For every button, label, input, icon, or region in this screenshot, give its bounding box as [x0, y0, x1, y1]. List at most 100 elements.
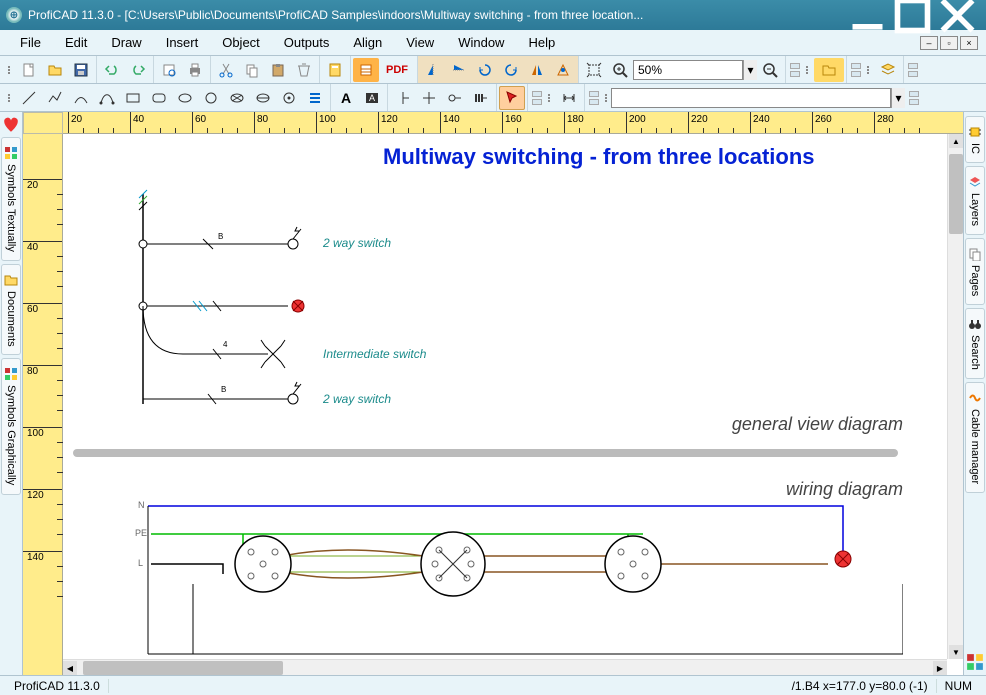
- minimize-button[interactable]: [845, 0, 890, 30]
- text-list-tool[interactable]: [302, 86, 328, 110]
- open-button[interactable]: [42, 58, 68, 82]
- menu-insert[interactable]: Insert: [154, 32, 211, 53]
- l-label: L: [138, 558, 143, 568]
- vertical-scrollbar[interactable]: ▲ ▼: [947, 134, 963, 659]
- line-tool[interactable]: [16, 86, 42, 110]
- print-preview-button[interactable]: [156, 58, 182, 82]
- text-tool[interactable]: A: [333, 86, 359, 110]
- ruler-left: 20406080100120140: [23, 134, 63, 675]
- text-block-tool[interactable]: A: [359, 86, 385, 110]
- rotate-arbitrary-button[interactable]: [550, 58, 576, 82]
- right-panel-icon[interactable]: [966, 653, 984, 671]
- scroll-left-arrow[interactable]: ◀: [63, 661, 77, 675]
- menu-file[interactable]: File: [8, 32, 53, 53]
- cut-button[interactable]: [213, 58, 239, 82]
- rounded-rect-tool[interactable]: [146, 86, 172, 110]
- svg-text:B: B: [221, 385, 226, 394]
- squares-icon: [4, 146, 18, 160]
- menu-edit[interactable]: Edit: [53, 32, 99, 53]
- mdi-close[interactable]: ×: [960, 36, 978, 50]
- flip-h-button[interactable]: [420, 58, 446, 82]
- menu-view[interactable]: View: [394, 32, 446, 53]
- toolbar-draw-overflow-3[interactable]: [907, 89, 921, 107]
- tab-ic[interactable]: IC: [965, 116, 985, 163]
- menu-object[interactable]: Object: [210, 32, 272, 53]
- tab-search[interactable]: Search: [965, 308, 985, 379]
- zoom-out-button[interactable]: [757, 58, 783, 82]
- polygon-x-tool[interactable]: [224, 86, 250, 110]
- junction-tool[interactable]: [390, 86, 416, 110]
- paste-button[interactable]: [265, 58, 291, 82]
- menu-draw[interactable]: Draw: [99, 32, 153, 53]
- zoom-dropdown[interactable]: ▾: [743, 60, 757, 80]
- pie-tool[interactable]: [250, 86, 276, 110]
- zoom-in-button[interactable]: [607, 58, 633, 82]
- save-button[interactable]: [68, 58, 94, 82]
- toolbar-draw-overflow-1[interactable]: [530, 89, 544, 107]
- toolbar-overflow-1[interactable]: [788, 61, 802, 79]
- arc-tool[interactable]: [68, 86, 94, 110]
- toolbar-overflow-3[interactable]: [906, 61, 920, 79]
- bus-tool[interactable]: [468, 86, 494, 110]
- menu-help[interactable]: Help: [516, 32, 567, 53]
- tab-pages[interactable]: Pages: [965, 238, 985, 305]
- terminal-tool[interactable]: [442, 86, 468, 110]
- tab-symbols-graphically[interactable]: Symbols Graphically: [1, 358, 21, 494]
- pdf-button[interactable]: PDF: [379, 58, 415, 82]
- mdi-minimize[interactable]: –: [920, 36, 938, 50]
- label-sw1: 2 way switch: [323, 236, 391, 250]
- canvas-content[interactable]: Multiway switching - from three location…: [63, 134, 963, 675]
- toolbar-draw: A A ▾: [0, 84, 986, 112]
- vscroll-thumb[interactable]: [949, 154, 963, 234]
- rectangle-tool[interactable]: [120, 86, 146, 110]
- hscroll-thumb[interactable]: [83, 661, 283, 675]
- scroll-down-arrow[interactable]: ▼: [949, 645, 963, 659]
- canvas-area[interactable]: Multiway switching - from three location…: [63, 134, 963, 675]
- search-input[interactable]: [611, 88, 891, 108]
- menu-window[interactable]: Window: [446, 32, 516, 53]
- undo-button[interactable]: [99, 58, 125, 82]
- rotate-left-button[interactable]: [472, 58, 498, 82]
- heart-icon[interactable]: [2, 116, 20, 134]
- new-button[interactable]: [16, 58, 42, 82]
- menu-outputs[interactable]: Outputs: [272, 32, 342, 53]
- print-button[interactable]: [182, 58, 208, 82]
- cross-tool[interactable]: [416, 86, 442, 110]
- tab-documents[interactable]: Documents: [1, 264, 21, 356]
- dimension-tool[interactable]: [556, 86, 582, 110]
- select-tool[interactable]: [499, 86, 525, 110]
- toolbar-draw-overflow-2[interactable]: [587, 89, 601, 107]
- search-dropdown[interactable]: ▾: [891, 88, 905, 108]
- grid-icon: [4, 367, 18, 381]
- rotate-right-button[interactable]: [498, 58, 524, 82]
- zoom-fit-button[interactable]: [581, 58, 607, 82]
- toolbar-main: PDF 50% ▾: [0, 56, 986, 84]
- tab-layers[interactable]: Layers: [965, 166, 985, 235]
- bezier-tool[interactable]: [94, 86, 120, 110]
- tab-symbols-textually[interactable]: Symbols Textually: [1, 137, 21, 261]
- circle-tool[interactable]: [198, 86, 224, 110]
- bom-button[interactable]: [353, 58, 379, 82]
- redo-button[interactable]: [125, 58, 151, 82]
- menu-align[interactable]: Align: [341, 32, 394, 53]
- mirror-button[interactable]: [524, 58, 550, 82]
- close-button[interactable]: [935, 0, 980, 30]
- maximize-button[interactable]: [890, 0, 935, 30]
- circle-dot-tool[interactable]: [276, 86, 302, 110]
- svg-text:4: 4: [223, 340, 228, 349]
- tab-cable-manager[interactable]: Cable manager: [965, 382, 985, 493]
- flip-v-button[interactable]: [446, 58, 472, 82]
- layers-button[interactable]: [875, 58, 901, 82]
- polyline-tool[interactable]: [42, 86, 68, 110]
- mdi-restore[interactable]: ▫: [940, 36, 958, 50]
- horizontal-scrollbar[interactable]: ◀ ▶: [63, 659, 947, 675]
- folder-button[interactable]: [814, 58, 844, 82]
- toolbar-overflow-2[interactable]: [849, 61, 863, 79]
- ellipse-tool[interactable]: [172, 86, 198, 110]
- clipboard-special-button[interactable]: [322, 58, 348, 82]
- scroll-up-arrow[interactable]: ▲: [949, 134, 963, 148]
- scroll-right-arrow[interactable]: ▶: [933, 661, 947, 675]
- copy-button[interactable]: [239, 58, 265, 82]
- delete-button[interactable]: [291, 58, 317, 82]
- zoom-percentage[interactable]: 50%: [633, 60, 743, 80]
